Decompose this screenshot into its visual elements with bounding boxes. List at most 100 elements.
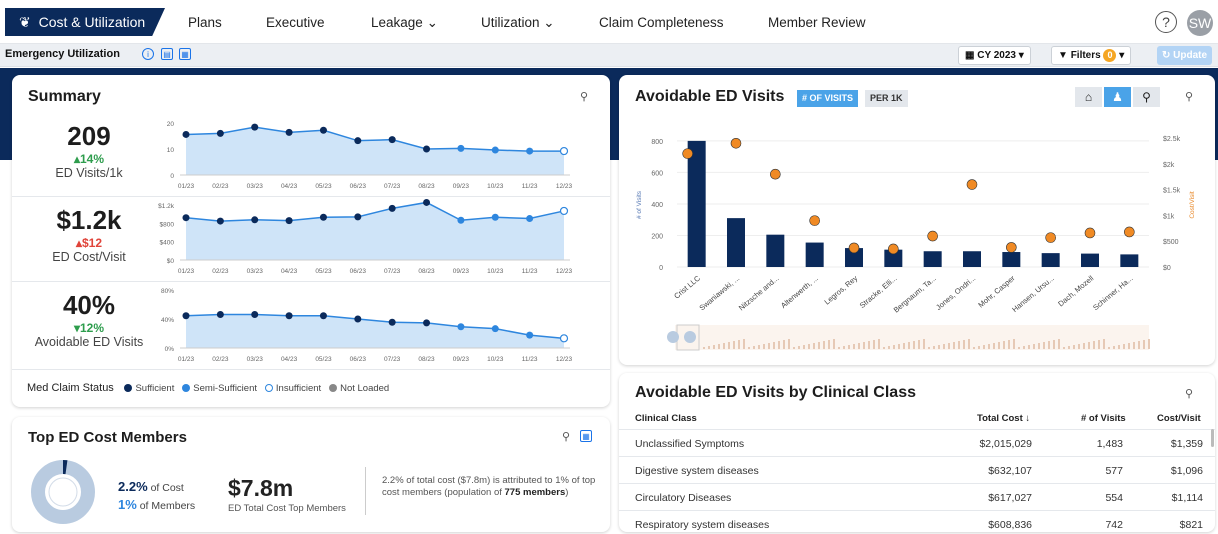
filter-icon: ▼ [1058, 50, 1068, 61]
x-tick-label: 07/23 [384, 183, 401, 190]
range-brush [667, 324, 1150, 351]
x-tick-label: 06/23 [350, 268, 367, 275]
tab-per-1k[interactable]: PER 1K [865, 90, 908, 107]
x-tick-label: 05/23 [315, 356, 332, 363]
cell-total-cost: $2,015,029 [979, 438, 1032, 450]
x-tick-label: Stracke, Elli... [858, 274, 899, 310]
clinical-title: Avoidable ED Visits by Clinical Class [635, 384, 916, 401]
x-tick-label: 07/23 [384, 268, 401, 275]
leaf-icon: ❦ [19, 14, 31, 30]
sparkline-point [559, 334, 569, 343]
top-members-title: Top ED Cost Members [28, 429, 187, 446]
sub-toolbar: Emergency Utilization i ▤ ▦ ▦ CY 2023 ▾ … [0, 44, 1218, 67]
avoidable-visits-chart: 800 600 400 200 0 $2.5k $2k $1.5k $1k $500 $0 # of … [636, 136, 1196, 351]
nav-tab-leakage[interactable]: Leakage ⌄ [371, 15, 438, 31]
nav-tab-claim-completeness[interactable]: Claim Completeness [599, 15, 724, 30]
x-tick-label: 01/23 [178, 183, 195, 190]
top-nav: ❦ Cost & Utilization Plans Executive Lea… [0, 0, 1218, 44]
kpi-value: 40% [62, 290, 116, 320]
nav-tab-plans[interactable]: Plans [188, 15, 222, 30]
top-members-total-label: ED Total Cost Top Members [228, 503, 346, 514]
location-pin-icon[interactable]: ⚲ [1133, 87, 1160, 107]
table-row[interactable]: Unclassified Symptoms $2,015,029 1,483 $… [619, 429, 1215, 456]
y-tick-label: 80% [161, 288, 174, 295]
search-icon[interactable]: ⚲ [1185, 387, 1193, 400]
brush-handle [667, 331, 679, 343]
nav-tab-cost-utilization[interactable]: ❦ Cost & Utilization [5, 8, 165, 36]
bar [1081, 253, 1099, 267]
scrollbar[interactable] [1211, 429, 1214, 447]
csv-icon[interactable]: ▦ [179, 48, 191, 60]
x-tick-label: Nitzsche and... [737, 274, 781, 313]
kpi-block: 209 ▴14% ED Visits/1k [24, 121, 154, 180]
col-visits[interactable]: # of Visits [1081, 413, 1126, 424]
nav-tab-utilization[interactable]: Utilization ⌄ [481, 15, 555, 31]
update-button[interactable]: ↻ Update [1157, 46, 1212, 65]
calendar-icon: ▦ [965, 50, 975, 61]
y-tick-label: $0 [167, 258, 175, 265]
sparkline-point [285, 128, 293, 136]
y2-tick-label: $1.5k [1163, 188, 1181, 195]
col-clinical-class[interactable]: Clinical Class [635, 413, 697, 424]
filter-count-badge: 0 [1103, 49, 1117, 62]
cost-point [927, 230, 938, 242]
filters-button[interactable]: ▼ Filters 0 ▾ [1051, 46, 1132, 65]
x-tick-label: 09/23 [453, 268, 470, 275]
nav-tab-executive[interactable]: Executive [266, 15, 325, 30]
y-tick-label: 800 [651, 139, 663, 146]
sparkline-point [354, 213, 362, 221]
sparkline-point [354, 137, 362, 145]
col-total-cost[interactable]: Total Cost ↓ [977, 413, 1030, 424]
x-tick-label: 04/23 [281, 356, 298, 363]
top-members-total: $7.8m [228, 475, 294, 501]
avatar[interactable]: SW [1187, 10, 1213, 36]
x-tick-label: 01/23 [178, 356, 195, 363]
search-icon[interactable]: ⚲ [562, 430, 570, 443]
legend-not-loaded: Not Loaded [329, 383, 389, 394]
search-icon[interactable]: ⚲ [1185, 90, 1193, 103]
cost-point [682, 148, 693, 159]
legend-insufficient: Insufficient [264, 383, 321, 394]
x-tick-label: Hansen, Ursu... [1010, 274, 1056, 314]
page-title: Emergency Utilization [5, 48, 120, 60]
table-row[interactable]: Digestive system diseases $632,107 577 $… [619, 456, 1215, 483]
x-tick-label: 12/23 [556, 268, 573, 275]
clinical-class-card: Avoidable ED Visits by Clinical Class ⚲ … [619, 373, 1215, 532]
cell-cost-per-visit: $1,114 [1171, 492, 1203, 504]
home-icon[interactable]: ⌂ [1075, 87, 1102, 107]
search-icon[interactable]: ⚲ [580, 90, 588, 103]
y-tick-label: $1.2k [158, 203, 175, 210]
sparkline-point [319, 213, 327, 221]
csv-icon[interactable]: ▦ [580, 430, 592, 442]
info-icon[interactable]: i [142, 48, 154, 60]
sparkline-point [491, 146, 499, 154]
cost-point [966, 179, 978, 190]
pdf-icon[interactable]: ▤ [161, 48, 173, 60]
sparkline-point [182, 312, 190, 320]
kpi-value: $1.2k [56, 205, 122, 235]
period-select[interactable]: ▦ CY 2023 ▾ [958, 46, 1031, 65]
cell-cost-per-visit: $1,096 [1170, 465, 1203, 477]
table-row[interactable]: Respiratory system diseases $608,836 742… [619, 510, 1215, 532]
nav-tab-member-review[interactable]: Member Review [768, 15, 866, 30]
sparkline-point [526, 331, 534, 339]
kpi-block: 40% ▾12% Avoidable ED Visits [24, 290, 154, 349]
sparkline-point [216, 129, 224, 137]
x-tick-label: 09/23 [453, 356, 470, 363]
bar [923, 251, 942, 267]
sparkline-chart: $1.2k $800 $400 $001/23 02/23 03/23 04/23 05/23… [158, 198, 573, 275]
bar [766, 234, 785, 267]
tab-number-of-visits[interactable]: # OF VISITS [797, 90, 859, 107]
table-row[interactable]: Circulatory Diseases $617,027 554 $1,114 [619, 483, 1215, 510]
help-icon[interactable]: ? [1155, 11, 1177, 33]
sparkline-point [388, 136, 396, 144]
cell-clinical-class: Digestive system diseases [635, 465, 759, 477]
x-tick-label: 03/23 [247, 268, 264, 275]
x-tick-label: 11/23 [522, 268, 538, 275]
sparkline-point [423, 198, 431, 206]
avoidable-visits-card: Avoidable ED Visits # OF VISITS PER 1K ⌂… [619, 75, 1215, 365]
x-tick-label: 02/23 [212, 183, 229, 190]
person-icon[interactable]: ♟ [1104, 87, 1131, 107]
col-cost-per-visit[interactable]: Cost/Visit [1157, 413, 1201, 424]
x-tick-label: 03/23 [247, 183, 264, 190]
